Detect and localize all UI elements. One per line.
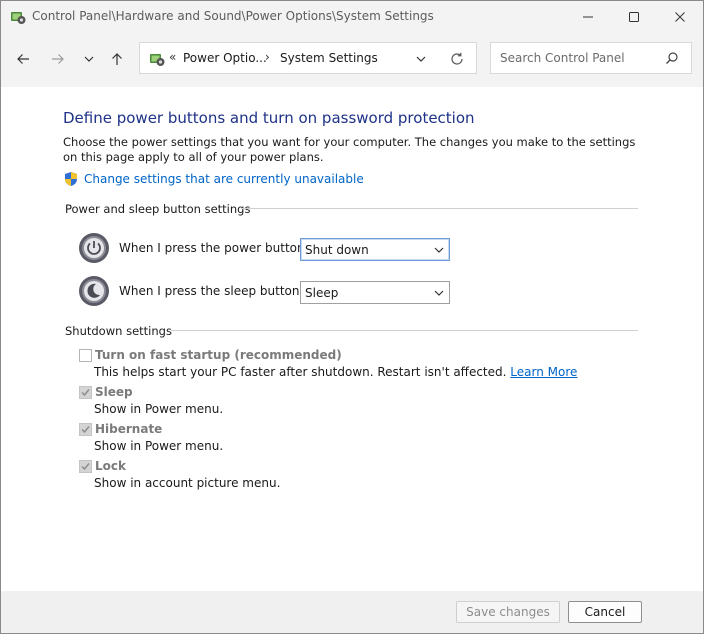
minimize-button[interactable]	[565, 1, 611, 33]
checkmark-icon	[81, 389, 90, 397]
power-button-select[interactable]: Shut down	[300, 238, 450, 261]
cancel-button[interactable]: Cancel	[568, 601, 642, 623]
address-bar[interactable]: « Power Optio... › System Settings	[139, 42, 477, 74]
maximize-icon	[629, 12, 639, 22]
power-button-value: Shut down	[305, 243, 369, 257]
close-button[interactable]	[657, 1, 703, 33]
minimize-icon	[583, 16, 593, 18]
arrow-left-icon	[17, 54, 29, 64]
lock-option-description: Show in account picture menu.	[94, 476, 281, 490]
footer-bar: Save changes Cancel	[1, 591, 703, 633]
hibernate-checkbox[interactable]	[79, 423, 92, 436]
fast-startup-checkbox[interactable]	[79, 349, 92, 362]
up-button[interactable]	[105, 47, 129, 71]
control-panel-icon	[150, 54, 165, 66]
uac-shield-icon	[65, 172, 77, 186]
address-dropdown-icon[interactable]	[414, 52, 428, 66]
control-panel-window: Control Panel\Hardware and Sound\Power O…	[0, 0, 704, 634]
close-icon	[675, 12, 685, 22]
recent-locations-button[interactable]	[77, 47, 101, 71]
forward-button[interactable]	[46, 47, 70, 71]
change-settings-link-label[interactable]: Change settings that are currently unava…	[84, 172, 364, 186]
power-button-label: When I press the power button:	[119, 241, 309, 255]
chevron-down-icon	[434, 247, 444, 253]
checkmark-icon	[81, 426, 90, 434]
save-changes-button[interactable]: Save changes	[456, 601, 560, 623]
learn-more-link[interactable]: Learn More	[510, 365, 577, 379]
main-content: Define power buttons and turn on passwor…	[1, 87, 703, 633]
fast-startup-description: This helps start your PC faster after sh…	[94, 365, 577, 379]
group-divider	[241, 208, 638, 209]
shutdown-group-label: Shutdown settings	[65, 324, 172, 338]
group-divider	[171, 330, 638, 331]
back-button[interactable]	[11, 47, 35, 71]
title-bar: Control Panel\Hardware and Sound\Power O…	[1, 1, 703, 33]
maximize-button[interactable]	[611, 1, 657, 33]
sleep-button-icon	[79, 276, 109, 306]
power-button-icon	[79, 233, 109, 263]
lock-option-label[interactable]: Lock	[95, 459, 126, 473]
sleep-button-select[interactable]: Sleep	[300, 281, 450, 304]
lock-checkbox[interactable]	[79, 460, 92, 473]
fast-startup-label[interactable]: Turn on fast startup (recommended)	[95, 348, 342, 362]
window-title: Control Panel\Hardware and Sound\Power O…	[32, 9, 434, 23]
search-icon[interactable]	[665, 51, 679, 65]
power-button-row: When I press the power button:	[78, 232, 309, 264]
breadcrumb-overflow-button[interactable]: «	[169, 50, 176, 64]
page-description: Choose the power settings that you want …	[63, 135, 636, 164]
page-title: Define power buttons and turn on passwor…	[63, 109, 475, 127]
control-panel-icon	[11, 12, 26, 24]
sleep-button-label: When I press the sleep button:	[119, 284, 304, 298]
breadcrumb-system-settings[interactable]: System Settings	[280, 51, 378, 65]
hibernate-option-description: Show in Power menu.	[94, 439, 224, 453]
search-box[interactable]: Search Control Panel	[490, 42, 692, 74]
sleep-option-label[interactable]: Sleep	[95, 385, 133, 399]
power-sleep-group-label: Power and sleep button settings	[65, 202, 251, 216]
fast-startup-description-text: This helps start your PC faster after sh…	[94, 365, 507, 379]
sleep-checkbox[interactable]	[79, 386, 92, 399]
checkmark-icon	[81, 463, 90, 471]
breadcrumb-separator[interactable]: ›	[265, 50, 270, 64]
chevron-down-icon	[84, 56, 94, 62]
sleep-option-description: Show in Power menu.	[94, 402, 224, 416]
sleep-button-row: When I press the sleep button:	[78, 275, 304, 307]
change-settings-link[interactable]: Change settings that are currently unava…	[63, 171, 364, 187]
hibernate-option-label[interactable]: Hibernate	[95, 422, 162, 436]
sleep-button-value: Sleep	[305, 286, 339, 300]
breadcrumb-power-options[interactable]: Power Optio...	[183, 51, 267, 65]
refresh-icon[interactable]	[449, 51, 465, 67]
chevron-down-icon	[434, 290, 444, 296]
arrow-up-icon	[112, 53, 122, 65]
arrow-right-icon	[52, 54, 64, 64]
navigation-bar: « Power Optio... › System Settings Searc…	[1, 33, 703, 87]
search-input[interactable]: Search Control Panel	[500, 51, 625, 65]
